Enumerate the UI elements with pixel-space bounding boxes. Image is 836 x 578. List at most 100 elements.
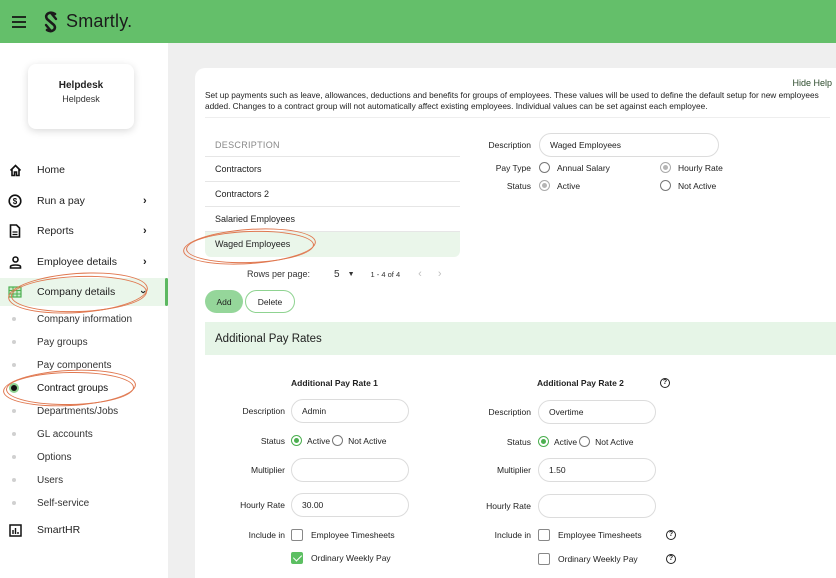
rate1-multiplier-input[interactable]	[291, 458, 409, 482]
sidebar-subitem-self-service[interactable]: Self-service	[0, 493, 168, 513]
rate1-not-active-radio[interactable]	[332, 435, 344, 446]
rate1-employee-timesheets-checkbox[interactable]	[291, 529, 303, 541]
chevron-right-icon: ›	[143, 256, 147, 268]
bullet-icon	[12, 340, 16, 344]
pay-type-label: Pay Type	[495, 162, 531, 173]
rows-per-page-select[interactable]: 5	[334, 269, 340, 280]
bar-chart-box-icon	[8, 523, 22, 537]
sidebar-subitem-label: Contract groups	[37, 382, 109, 394]
bullet-icon	[12, 432, 16, 436]
sidebar-item-reports[interactable]: Reports ›	[0, 217, 168, 245]
include-in-label: Include in	[248, 530, 285, 540]
table-row[interactable]: Contractors 2	[205, 182, 460, 207]
multiplier-label: Multiplier	[250, 465, 285, 475]
company-table-icon	[8, 285, 22, 299]
sidebar-subitem-label: Company information	[37, 313, 133, 325]
sidebar-subitem-label: GL accounts	[37, 428, 93, 440]
radio-label: Not Active	[348, 435, 387, 446]
sidebar-subitem-gl-accounts[interactable]: GL accounts	[0, 424, 168, 444]
pagination-range: 1 - 4 of 4	[370, 269, 401, 279]
rate1-active-radio[interactable]	[291, 435, 302, 446]
chevron-down-icon: ›	[136, 290, 149, 294]
checkbox-label: Ordinary Weekly Pay	[311, 553, 391, 563]
rate2-description-row: Description	[461, 400, 656, 424]
checkbox-label: Employee Timesheets	[311, 530, 395, 540]
bullet-icon	[12, 455, 16, 459]
column-header-description[interactable]: DESCRIPTION	[205, 133, 460, 157]
logo[interactable]: Smartly.	[42, 11, 132, 33]
rate2-not-active-radio[interactable]	[579, 436, 591, 447]
contract-groups-panel: Hide Help Set up payments such as leave,…	[195, 68, 836, 578]
pay-rate-1-title: Additional Pay Rate 1	[291, 378, 378, 388]
sidebar-item-label: SmartHR	[37, 524, 81, 536]
dollar-circle-icon: $	[8, 194, 22, 208]
next-page-icon[interactable]: ›	[438, 268, 442, 280]
rate2-description-input[interactable]	[538, 400, 656, 424]
profile-name: Helpdesk	[58, 80, 104, 91]
sidebar-item-smarthr[interactable]: SmartHR	[0, 516, 168, 544]
rate1-hourly-rate-input[interactable]	[291, 493, 409, 517]
description-label: Description	[488, 140, 531, 150]
description-input[interactable]	[539, 133, 719, 157]
rate2-ordinary-weekly-pay-checkbox[interactable]	[538, 553, 550, 565]
add-button[interactable]: Add	[205, 290, 243, 313]
status-label: Status	[506, 180, 531, 191]
pay-rate-2-title: Additional Pay Rate 2	[537, 378, 624, 388]
pay-type-hourly-rate-radio[interactable]	[660, 162, 671, 173]
rate1-ordinary-weekly-pay-checkbox[interactable]	[291, 552, 303, 564]
sidebar-item-run-a-pay[interactable]: $ Run a pay ›	[0, 187, 168, 215]
smartly-logo-icon	[44, 11, 58, 32]
sidebar-subitem-pay-groups[interactable]: Pay groups	[0, 332, 168, 352]
chevron-right-icon: ›	[143, 195, 147, 207]
sidebar-subitem-company-information[interactable]: Company information	[0, 309, 168, 329]
help-icon[interactable]: ?	[666, 530, 676, 540]
multiplier-label: Multiplier	[496, 465, 531, 475]
delete-button[interactable]: Delete	[245, 290, 295, 313]
sidebar-item-label: Reports	[37, 225, 74, 237]
profile-card[interactable]: Helpdesk Helpdesk	[28, 64, 134, 129]
document-icon	[8, 224, 22, 238]
hide-help-link[interactable]: Hide Help	[792, 78, 832, 88]
status-not-active-radio[interactable]	[660, 180, 671, 191]
rate1-include-weekly-pay-row: Ordinary Weekly Pay	[291, 552, 391, 564]
radio-label: Hourly Rate	[678, 162, 723, 173]
table-row-selected[interactable]: Waged Employees	[205, 232, 460, 257]
sidebar-subitem-departments-jobs[interactable]: Departments/Jobs	[0, 401, 168, 421]
menu-icon[interactable]	[12, 15, 26, 28]
rate2-multiplier-input[interactable]	[538, 458, 656, 482]
sidebar-subitem-users[interactable]: Users	[0, 470, 168, 490]
sidebar-subitem-label: Pay groups	[37, 336, 88, 348]
sidebar-item-company-details[interactable]: Company details ›	[0, 278, 168, 306]
rate1-description-input[interactable]	[291, 399, 409, 423]
contract-groups-table: DESCRIPTION Contractors Contractors 2 Sa…	[205, 133, 460, 257]
radio-label: Active	[557, 180, 581, 191]
help-icon[interactable]: ?	[666, 554, 676, 564]
home-icon	[8, 163, 22, 177]
sidebar-item-label: Employee details	[37, 256, 117, 268]
rate2-employee-timesheets-checkbox[interactable]	[538, 529, 550, 541]
status-active-radio[interactable]	[539, 180, 550, 191]
rate2-hourly-rate-input[interactable]	[538, 494, 656, 518]
rate2-active-radio[interactable]	[538, 436, 549, 447]
sidebar-subitem-options[interactable]: Options	[0, 447, 168, 467]
previous-page-icon[interactable]: ‹	[418, 268, 422, 280]
hourly-rate-label: Hourly Rate	[240, 500, 285, 510]
sidebar-item-home[interactable]: Home	[0, 156, 168, 184]
sidebar-item-employee-details[interactable]: Employee details ›	[0, 248, 168, 276]
svg-text:$: $	[13, 197, 18, 206]
sidebar-subitem-contract-groups[interactable]: Contract groups	[0, 378, 168, 398]
status-label: Status	[260, 435, 285, 446]
divider	[205, 117, 830, 118]
pay-type-annual-salary-radio[interactable]	[539, 162, 550, 173]
description-row: Description	[467, 133, 719, 157]
sidebar-subitem-label: Users	[37, 474, 64, 486]
caret-down-icon[interactable]: ▼	[348, 271, 355, 278]
sidebar-subitem-pay-components[interactable]: Pay components	[0, 355, 168, 375]
bullet-icon	[12, 363, 16, 367]
sidebar-subitem-label: Options	[37, 451, 72, 463]
table-row[interactable]: Salaried Employees	[205, 207, 460, 232]
rate2-include-timesheets-row: Include in Employee Timesheets ?	[461, 529, 676, 541]
sidebar-item-label: Home	[37, 164, 66, 176]
help-icon[interactable]: ?	[660, 378, 670, 388]
table-row[interactable]: Contractors	[205, 157, 460, 182]
